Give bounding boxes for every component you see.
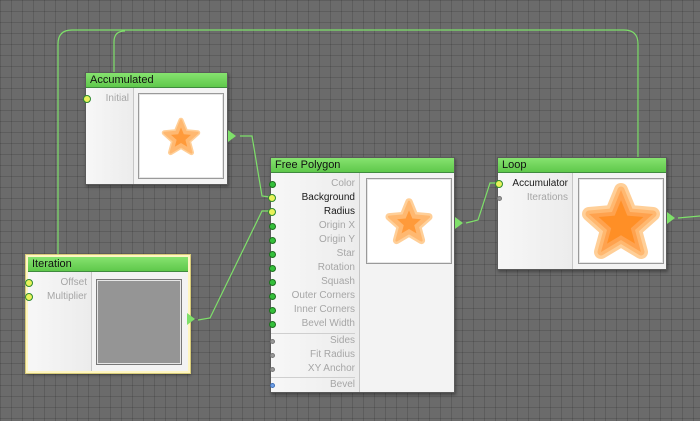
free-polygon-node[interactable]: Free Polygon Color Background Radius Ori…	[268, 157, 455, 393]
port-label: Outer Corners	[291, 290, 355, 301]
port-iterations[interactable]: Iterations	[497, 191, 568, 205]
iteration-port-list: Offset Multiplier	[25, 272, 92, 371]
port-connector-icon[interactable]	[269, 321, 276, 328]
accumulated-port-list: Initial	[83, 88, 134, 184]
port-connector-icon[interactable]	[495, 180, 503, 188]
port-connector-icon[interactable]	[270, 353, 275, 358]
loop-output-port[interactable]	[667, 212, 675, 224]
port-outer-corners[interactable]: Outer Corners	[269, 289, 355, 303]
port-squash[interactable]: Squash	[269, 275, 355, 289]
port-inner-corners[interactable]: Inner Corners	[269, 303, 355, 317]
port-fit-radius[interactable]: Fit Radius	[270, 348, 355, 362]
port-bevel[interactable]: Bevel	[270, 377, 355, 392]
port-offset[interactable]: Offset	[25, 276, 88, 290]
wire-polygon-to-loop	[465, 182, 497, 224]
port-multiplier[interactable]: Multiplier	[25, 290, 87, 304]
port-label: Star	[336, 248, 355, 259]
port-connector-icon[interactable]	[270, 339, 275, 344]
port-origin-y[interactable]: Origin Y	[269, 233, 355, 247]
port-connector-icon[interactable]	[270, 383, 275, 388]
star-preview-icon	[385, 198, 433, 245]
port-label: Rotation	[317, 262, 355, 273]
port-bevel-width[interactable]: Bevel Width	[269, 317, 355, 331]
port-connector-icon[interactable]	[269, 237, 276, 244]
port-connector-icon[interactable]	[25, 293, 33, 301]
port-label: Origin X	[318, 220, 355, 231]
iteration-node[interactable]: Iteration Offset Multiplier	[25, 255, 190, 373]
port-connector-icon[interactable]	[268, 194, 276, 202]
port-label: Background	[301, 192, 355, 203]
iteration-preview	[96, 279, 182, 365]
port-connector-icon[interactable]	[269, 265, 276, 272]
loop-node[interactable]: Loop Accumulator Iterations	[495, 157, 667, 270]
loop-port-list: Accumulator Iterations	[495, 173, 573, 269]
port-connector-icon[interactable]	[497, 196, 502, 201]
accumulated-preview	[138, 93, 224, 179]
accumulated-output-port[interactable]	[228, 130, 236, 142]
port-rotation[interactable]: Rotation	[269, 261, 355, 275]
iteration-node-title[interactable]: Iteration	[28, 257, 188, 272]
port-label: Squash	[321, 276, 355, 287]
accumulated-node-title[interactable]: Accumulated	[86, 73, 227, 88]
port-connector-icon[interactable]	[25, 279, 33, 287]
port-initial[interactable]: Initial	[83, 92, 129, 106]
wire-loop-out	[677, 215, 700, 219]
port-connector-icon[interactable]	[83, 95, 91, 103]
port-label: XY Anchor	[307, 363, 355, 374]
port-connector-icon[interactable]	[269, 293, 276, 300]
free-polygon-node-title[interactable]: Free Polygon	[271, 158, 454, 173]
port-label: Offset	[60, 277, 88, 288]
port-origin-x[interactable]: Origin X	[269, 219, 355, 233]
loop-node-title[interactable]: Loop	[498, 158, 666, 173]
loop-preview	[578, 178, 664, 264]
free-polygon-preview	[366, 178, 452, 264]
wire-accumulated-to-background	[240, 135, 271, 198]
port-label: Fit Radius	[309, 349, 355, 360]
port-label: Inner Corners	[293, 304, 355, 315]
free-polygon-output-port[interactable]	[455, 217, 463, 229]
port-xy-anchor[interactable]: XY Anchor	[270, 362, 355, 376]
port-star[interactable]: Star	[269, 247, 355, 261]
port-connector-icon[interactable]	[270, 367, 275, 372]
port-label: Multiplier	[46, 291, 87, 302]
port-label: Iterations	[526, 192, 568, 203]
star-preview-icon	[161, 117, 201, 156]
port-label: Color	[331, 178, 355, 189]
iteration-output-port[interactable]	[187, 313, 195, 325]
port-label: Bevel Width	[301, 318, 355, 329]
port-accumulator[interactable]: Accumulator	[495, 177, 568, 191]
port-color[interactable]: Color	[269, 177, 355, 191]
port-radius[interactable]: Radius	[268, 205, 355, 219]
port-label: Accumulator	[512, 178, 568, 189]
free-polygon-port-list: Color Background Radius Origin X Origin …	[268, 173, 360, 392]
port-label: Origin Y	[319, 234, 355, 245]
port-label: Radius	[323, 206, 355, 217]
port-label: Bevel	[329, 379, 355, 390]
port-label: Sides	[329, 335, 355, 346]
port-sides[interactable]: Sides	[270, 333, 355, 348]
port-connector-icon[interactable]	[269, 279, 276, 286]
port-connector-icon[interactable]	[269, 307, 276, 314]
port-connector-icon[interactable]	[269, 251, 276, 258]
port-connector-icon[interactable]	[269, 181, 276, 188]
wire-accumulated-top-to-loop	[113, 30, 126, 72]
accumulated-node[interactable]: Accumulated Initial	[83, 72, 228, 185]
port-connector-icon[interactable]	[268, 208, 276, 216]
port-background[interactable]: Background	[268, 191, 355, 205]
star-preview-icon	[582, 183, 660, 259]
port-label: Initial	[105, 93, 129, 104]
port-connector-icon[interactable]	[269, 223, 276, 230]
wire-iteration-to-radius	[197, 210, 270, 321]
